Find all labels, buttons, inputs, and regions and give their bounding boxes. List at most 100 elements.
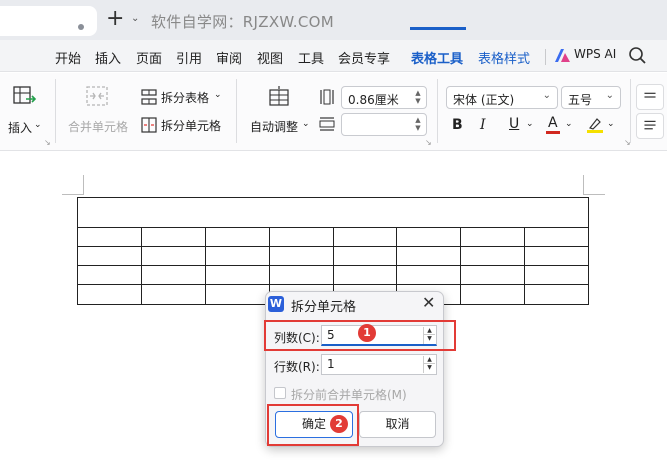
autofit-icon — [269, 86, 289, 106]
table-cell[interactable] — [396, 227, 462, 247]
wps-ai-logo-icon — [555, 49, 570, 62]
merge-before-split-label: 拆分前合并单元格(M) — [291, 388, 407, 402]
spin-up-icon[interactable]: ▲ — [424, 356, 435, 364]
chevron-down-icon[interactable]: ⌄ — [606, 90, 614, 101]
table-cell[interactable] — [77, 265, 142, 285]
table-cell[interactable] — [524, 284, 589, 305]
font-color-swatch — [546, 131, 560, 134]
group-launcher-icon[interactable]: ↘ — [44, 138, 51, 147]
ribbon-divider — [630, 79, 631, 143]
table-cell[interactable] — [332, 265, 398, 285]
menu-item-review[interactable]: 审阅 — [216, 48, 242, 67]
table-cell-merged[interactable] — [77, 197, 589, 228]
margin-guide — [583, 194, 605, 195]
italic-button[interactable]: I — [480, 117, 486, 133]
font-name-combo[interactable]: 宋体 (正文) ⌄ — [446, 86, 558, 109]
rows-spinner[interactable]: ▲ ▼ — [423, 356, 435, 373]
merge-cells-button[interactable]: 合并单元格 — [68, 118, 128, 135]
menu-item-insert[interactable]: 插入 — [95, 48, 121, 67]
spin-down-icon[interactable]: ▼ — [424, 364, 435, 372]
table-cell[interactable] — [268, 246, 334, 266]
table-cell[interactable] — [524, 265, 589, 285]
table-cell[interactable] — [460, 284, 526, 305]
bold-button[interactable]: B — [452, 117, 463, 133]
height-spinner-icon[interactable]: ▲ ▼ — [413, 116, 423, 132]
wps-writer-logo-icon: W — [268, 296, 284, 312]
document-tab[interactable] — [0, 6, 97, 36]
insert-button[interactable]: 插入 — [8, 119, 32, 136]
table-cell[interactable] — [77, 246, 142, 266]
table-cell[interactable] — [204, 227, 270, 247]
row-height-field[interactable]: ▲ ▼ — [341, 113, 427, 136]
group-launcher-icon[interactable]: ↘ — [425, 138, 432, 147]
chevron-down-icon[interactable]: ⌄ — [34, 120, 42, 130]
split-cells-button[interactable]: 拆分单元格 — [161, 117, 221, 134]
menu-item-references[interactable]: 引用 — [176, 48, 202, 67]
close-icon[interactable]: ✕ — [422, 293, 435, 312]
table-cell[interactable] — [140, 227, 206, 247]
table-cell[interactable] — [268, 227, 334, 247]
menu-item-start[interactable]: 开始 — [55, 48, 81, 67]
font-color-button[interactable]: A — [548, 115, 558, 131]
split-table-icon — [141, 89, 157, 105]
split-table-button[interactable]: 拆分表格 — [161, 89, 209, 106]
ribbon-divider — [437, 79, 438, 143]
table-cell[interactable] — [77, 227, 142, 247]
table-cell[interactable] — [332, 246, 398, 266]
ribbon-toolbar — [0, 73, 667, 151]
insert-table-icon[interactable] — [13, 86, 37, 108]
autofit-button[interactable]: 自动调整 — [250, 118, 298, 135]
paragraph-button[interactable] — [636, 113, 664, 139]
column-width-value: 0.86厘米 — [348, 93, 399, 107]
table-cell[interactable] — [140, 284, 206, 305]
chevron-down-icon[interactable]: ⌄ — [131, 13, 139, 24]
table-cell[interactable] — [332, 227, 398, 247]
chevron-down-icon[interactable]: ⌄ — [526, 119, 534, 129]
table-cell[interactable] — [524, 246, 589, 266]
column-width-icon — [320, 89, 334, 105]
menu-item-view[interactable]: 视图 — [257, 48, 283, 67]
rows-spinbox[interactable]: 1 ▲ ▼ — [321, 354, 437, 375]
merge-cells-icon — [86, 86, 108, 106]
wps-ai-button[interactable]: WPS AI — [574, 47, 616, 61]
width-spinner-icon[interactable]: ▲ ▼ — [413, 89, 423, 105]
menu-item-member[interactable]: 会员专享 — [338, 48, 390, 67]
rows-label: 行数(R): — [274, 360, 320, 374]
font-size-value: 五号 — [568, 93, 593, 107]
rows-value: 1 — [327, 357, 335, 371]
table-cell[interactable] — [204, 265, 270, 285]
menu-item-page[interactable]: 页面 — [136, 48, 162, 67]
chevron-down-icon[interactable]: ⌄ — [543, 90, 551, 101]
merge-before-split-checkbox[interactable] — [274, 387, 286, 399]
underline-button[interactable]: U — [509, 116, 519, 132]
chevron-down-icon[interactable]: ⌄ — [302, 119, 310, 129]
table-cell[interactable] — [140, 246, 206, 266]
table-cell[interactable] — [524, 227, 589, 247]
new-tab-button[interactable]: + — [106, 8, 124, 30]
chevron-down-icon[interactable]: ⌄ — [607, 119, 615, 129]
chevron-down-icon[interactable]: ⌄ — [214, 90, 222, 100]
table-cell[interactable] — [140, 265, 206, 285]
table-cell[interactable] — [460, 246, 526, 266]
menu-item-table-tools[interactable]: 表格工具 — [411, 48, 463, 67]
cancel-button[interactable]: 取消 — [359, 411, 436, 438]
table-cell[interactable] — [268, 265, 334, 285]
table-cell[interactable] — [460, 227, 526, 247]
font-size-combo[interactable]: 五号 ⌄ — [561, 86, 621, 109]
table-cell[interactable] — [396, 265, 462, 285]
document-table[interactable] — [77, 197, 589, 305]
align-button[interactable] — [636, 84, 664, 110]
table-cell[interactable] — [204, 246, 270, 266]
table-cell[interactable] — [204, 284, 270, 305]
margin-guide — [583, 175, 584, 195]
table-cell[interactable] — [460, 265, 526, 285]
column-width-field[interactable]: 0.86厘米 ▲ ▼ — [341, 86, 427, 109]
menu-item-tools[interactable]: 工具 — [298, 48, 324, 67]
table-cell[interactable] — [396, 246, 462, 266]
highlight-pen-icon[interactable] — [586, 115, 604, 133]
row-height-icon — [319, 117, 335, 131]
search-icon[interactable] — [628, 46, 648, 66]
menu-item-table-style[interactable]: 表格样式 — [478, 48, 530, 67]
table-cell[interactable] — [77, 284, 142, 305]
chevron-down-icon[interactable]: ⌄ — [565, 119, 573, 129]
